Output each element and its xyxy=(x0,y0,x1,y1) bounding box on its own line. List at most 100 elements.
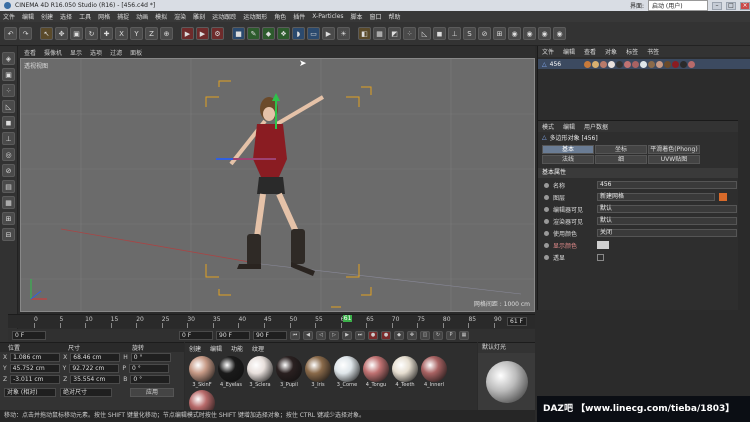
maximize-button[interactable]: □ xyxy=(726,1,736,10)
property-value[interactable]: 新建网格 xyxy=(597,193,715,201)
material-item[interactable]: 3_Iris xyxy=(305,356,331,388)
material-menu-item-1[interactable]: 编辑 xyxy=(210,344,222,353)
play-back-icon[interactable]: ◁ xyxy=(316,331,326,340)
menu-item-6[interactable]: 捕捉 xyxy=(117,12,129,21)
property-value[interactable]: 关闭 xyxy=(597,229,737,237)
next-key-icon[interactable]: ▶ xyxy=(342,331,352,340)
scale-icon[interactable]: ▣ xyxy=(70,27,83,40)
go-end-icon[interactable]: ⏭ xyxy=(355,331,365,340)
move-key-icon[interactable]: ✥ xyxy=(407,331,417,340)
minimize-button[interactable]: – xyxy=(712,1,722,10)
perspective-viewport[interactable]: 透视视图 ➤ 网格间距 : 1000 cm xyxy=(20,58,535,312)
deformer-icon[interactable]: ◗ xyxy=(292,27,305,40)
object-menu-item-1[interactable]: 编辑 xyxy=(563,47,575,56)
menu-item-17[interactable]: 窗口 xyxy=(370,12,382,21)
property-radio-icon[interactable] xyxy=(544,242,549,248)
size-field[interactable]: 68.46 cm xyxy=(70,353,121,362)
menu-item-0[interactable]: 文件 xyxy=(3,12,15,21)
size-field[interactable]: 35.554 cm xyxy=(70,375,121,384)
scale-key-icon[interactable]: ◫ xyxy=(420,331,430,340)
property-radio-icon[interactable] xyxy=(544,182,549,188)
menu-item-3[interactable]: 选择 xyxy=(60,12,72,21)
menu-item-4[interactable]: 工具 xyxy=(79,12,91,21)
object-row[interactable]: △ 456 xyxy=(538,59,750,69)
rotate-key-icon[interactable]: ↻ xyxy=(433,331,443,340)
position-field[interactable]: 45.752 cm xyxy=(9,364,60,373)
attribute-tab-3[interactable]: 法线 xyxy=(542,155,594,164)
current-frame-field[interactable]: 0 F xyxy=(179,331,213,340)
plugin-icon-4[interactable]: ◉ xyxy=(553,27,566,40)
workplane-lock-icon[interactable]: ⊞ xyxy=(493,27,506,40)
menu-item-16[interactable]: 脚本 xyxy=(351,12,363,21)
render-view-icon[interactable]: ▶ xyxy=(181,27,194,40)
menu-item-14[interactable]: 插件 xyxy=(293,12,305,21)
material-item[interactable]: 3_Sclera xyxy=(247,356,273,388)
attribute-menu-item-0[interactable]: 模式 xyxy=(542,122,554,131)
move-icon[interactable]: ✥ xyxy=(55,27,68,40)
model-mode-icon[interactable]: ◧ xyxy=(358,27,371,40)
transparency-checkbox[interactable] xyxy=(597,253,604,261)
material-item[interactable]: 3_Corne xyxy=(334,356,360,388)
planar-workplane-icon[interactable]: ⊟ xyxy=(2,228,15,241)
enable-axis-left-icon[interactable]: ⊥ xyxy=(2,132,15,145)
size-mode-select[interactable]: 绝对尺寸 xyxy=(60,388,112,397)
edges-mode-icon[interactable]: ◺ xyxy=(418,27,431,40)
menu-item-9[interactable]: 渲染 xyxy=(174,12,186,21)
render-picture-icon[interactable]: ▶ xyxy=(196,27,209,40)
rotation-field[interactable]: 0 ° xyxy=(130,353,171,362)
recent-tool-icon[interactable]: ✚ xyxy=(100,27,113,40)
autokey-icon[interactable]: ● xyxy=(381,331,391,340)
workplane-left-icon[interactable]: ▤ xyxy=(2,180,15,193)
use-points-icon[interactable]: ⁘ xyxy=(2,84,15,97)
plugin-icon-2[interactable]: ◉ xyxy=(523,27,536,40)
rotation-field[interactable]: 0 ° xyxy=(130,375,171,384)
timeline-window-icon[interactable]: ▦ xyxy=(459,331,469,340)
viewport-menu-item-2[interactable]: 显示 xyxy=(70,48,82,57)
timeline[interactable]: 05101520253035404550556065707580859061 6… xyxy=(8,314,535,328)
property-value[interactable]: 默认 xyxy=(597,205,737,213)
material-item[interactable]: 3_Pupil xyxy=(276,356,302,388)
use-edges-icon[interactable]: ◺ xyxy=(2,100,15,113)
subdivision-icon[interactable]: ◆ xyxy=(262,27,275,40)
material-item[interactable]: 4_Innerl xyxy=(421,356,447,388)
redo-icon[interactable]: ↷ xyxy=(19,27,32,40)
property-radio-icon[interactable] xyxy=(544,206,549,212)
material-item[interactable]: 4_Teeth xyxy=(392,356,418,388)
viewport-menu-item-1[interactable]: 摄像机 xyxy=(44,48,62,57)
viewport-menu-item-3[interactable]: 选项 xyxy=(90,48,102,57)
material-menu-item-0[interactable]: 创建 xyxy=(189,344,201,353)
property-value[interactable]: 456 xyxy=(597,181,737,189)
viewport-menu-item-5[interactable]: 面板 xyxy=(130,48,142,57)
close-button[interactable]: × xyxy=(740,1,750,10)
playhead[interactable]: 61 xyxy=(342,315,353,322)
timeline-end-field[interactable]: 61 F xyxy=(507,317,527,326)
object-menu-item-5[interactable]: 书签 xyxy=(647,47,659,56)
array-icon[interactable]: ❖ xyxy=(277,27,290,40)
attribute-tab-5[interactable]: UVW贴图 xyxy=(648,155,700,164)
material-menu-item-2[interactable]: 功能 xyxy=(231,344,243,353)
points-mode-icon[interactable]: ⁘ xyxy=(403,27,416,40)
use-model-icon[interactable]: ▣ xyxy=(2,68,15,81)
position-field[interactable]: -3.011 cm xyxy=(10,375,61,384)
plugin-icon-1[interactable]: ◉ xyxy=(508,27,521,40)
display-color-swatch[interactable] xyxy=(597,241,609,249)
record-icon[interactable]: ● xyxy=(368,331,378,340)
workplane-icon[interactable]: ◩ xyxy=(388,27,401,40)
select-icon[interactable]: ↖ xyxy=(40,27,53,40)
menu-item-13[interactable]: 角色 xyxy=(274,12,286,21)
viewport-menu-item-0[interactable]: 查看 xyxy=(24,48,36,57)
attribute-menu-item-1[interactable]: 编辑 xyxy=(563,122,575,131)
apply-button[interactable]: 应用 xyxy=(130,388,174,397)
prev-key-icon[interactable]: ◀ xyxy=(303,331,313,340)
texture-mode-icon[interactable]: ▦ xyxy=(373,27,386,40)
material-item[interactable]: 4_Eyelas xyxy=(218,356,244,388)
property-radio-icon[interactable] xyxy=(544,194,549,200)
tweak-icon[interactable]: S xyxy=(463,27,476,40)
floor-icon[interactable]: ▭ xyxy=(307,27,320,40)
timeline-ruler[interactable]: 05101520253035404550556065707580859061 xyxy=(34,315,504,328)
camera-icon[interactable]: ▶ xyxy=(322,27,335,40)
material-item[interactable]: 4_Tongu xyxy=(363,356,389,388)
cube-icon[interactable]: ■ xyxy=(232,27,245,40)
axis-z-button[interactable]: Z xyxy=(145,27,158,40)
object-menu-item-2[interactable]: 查看 xyxy=(584,47,596,56)
